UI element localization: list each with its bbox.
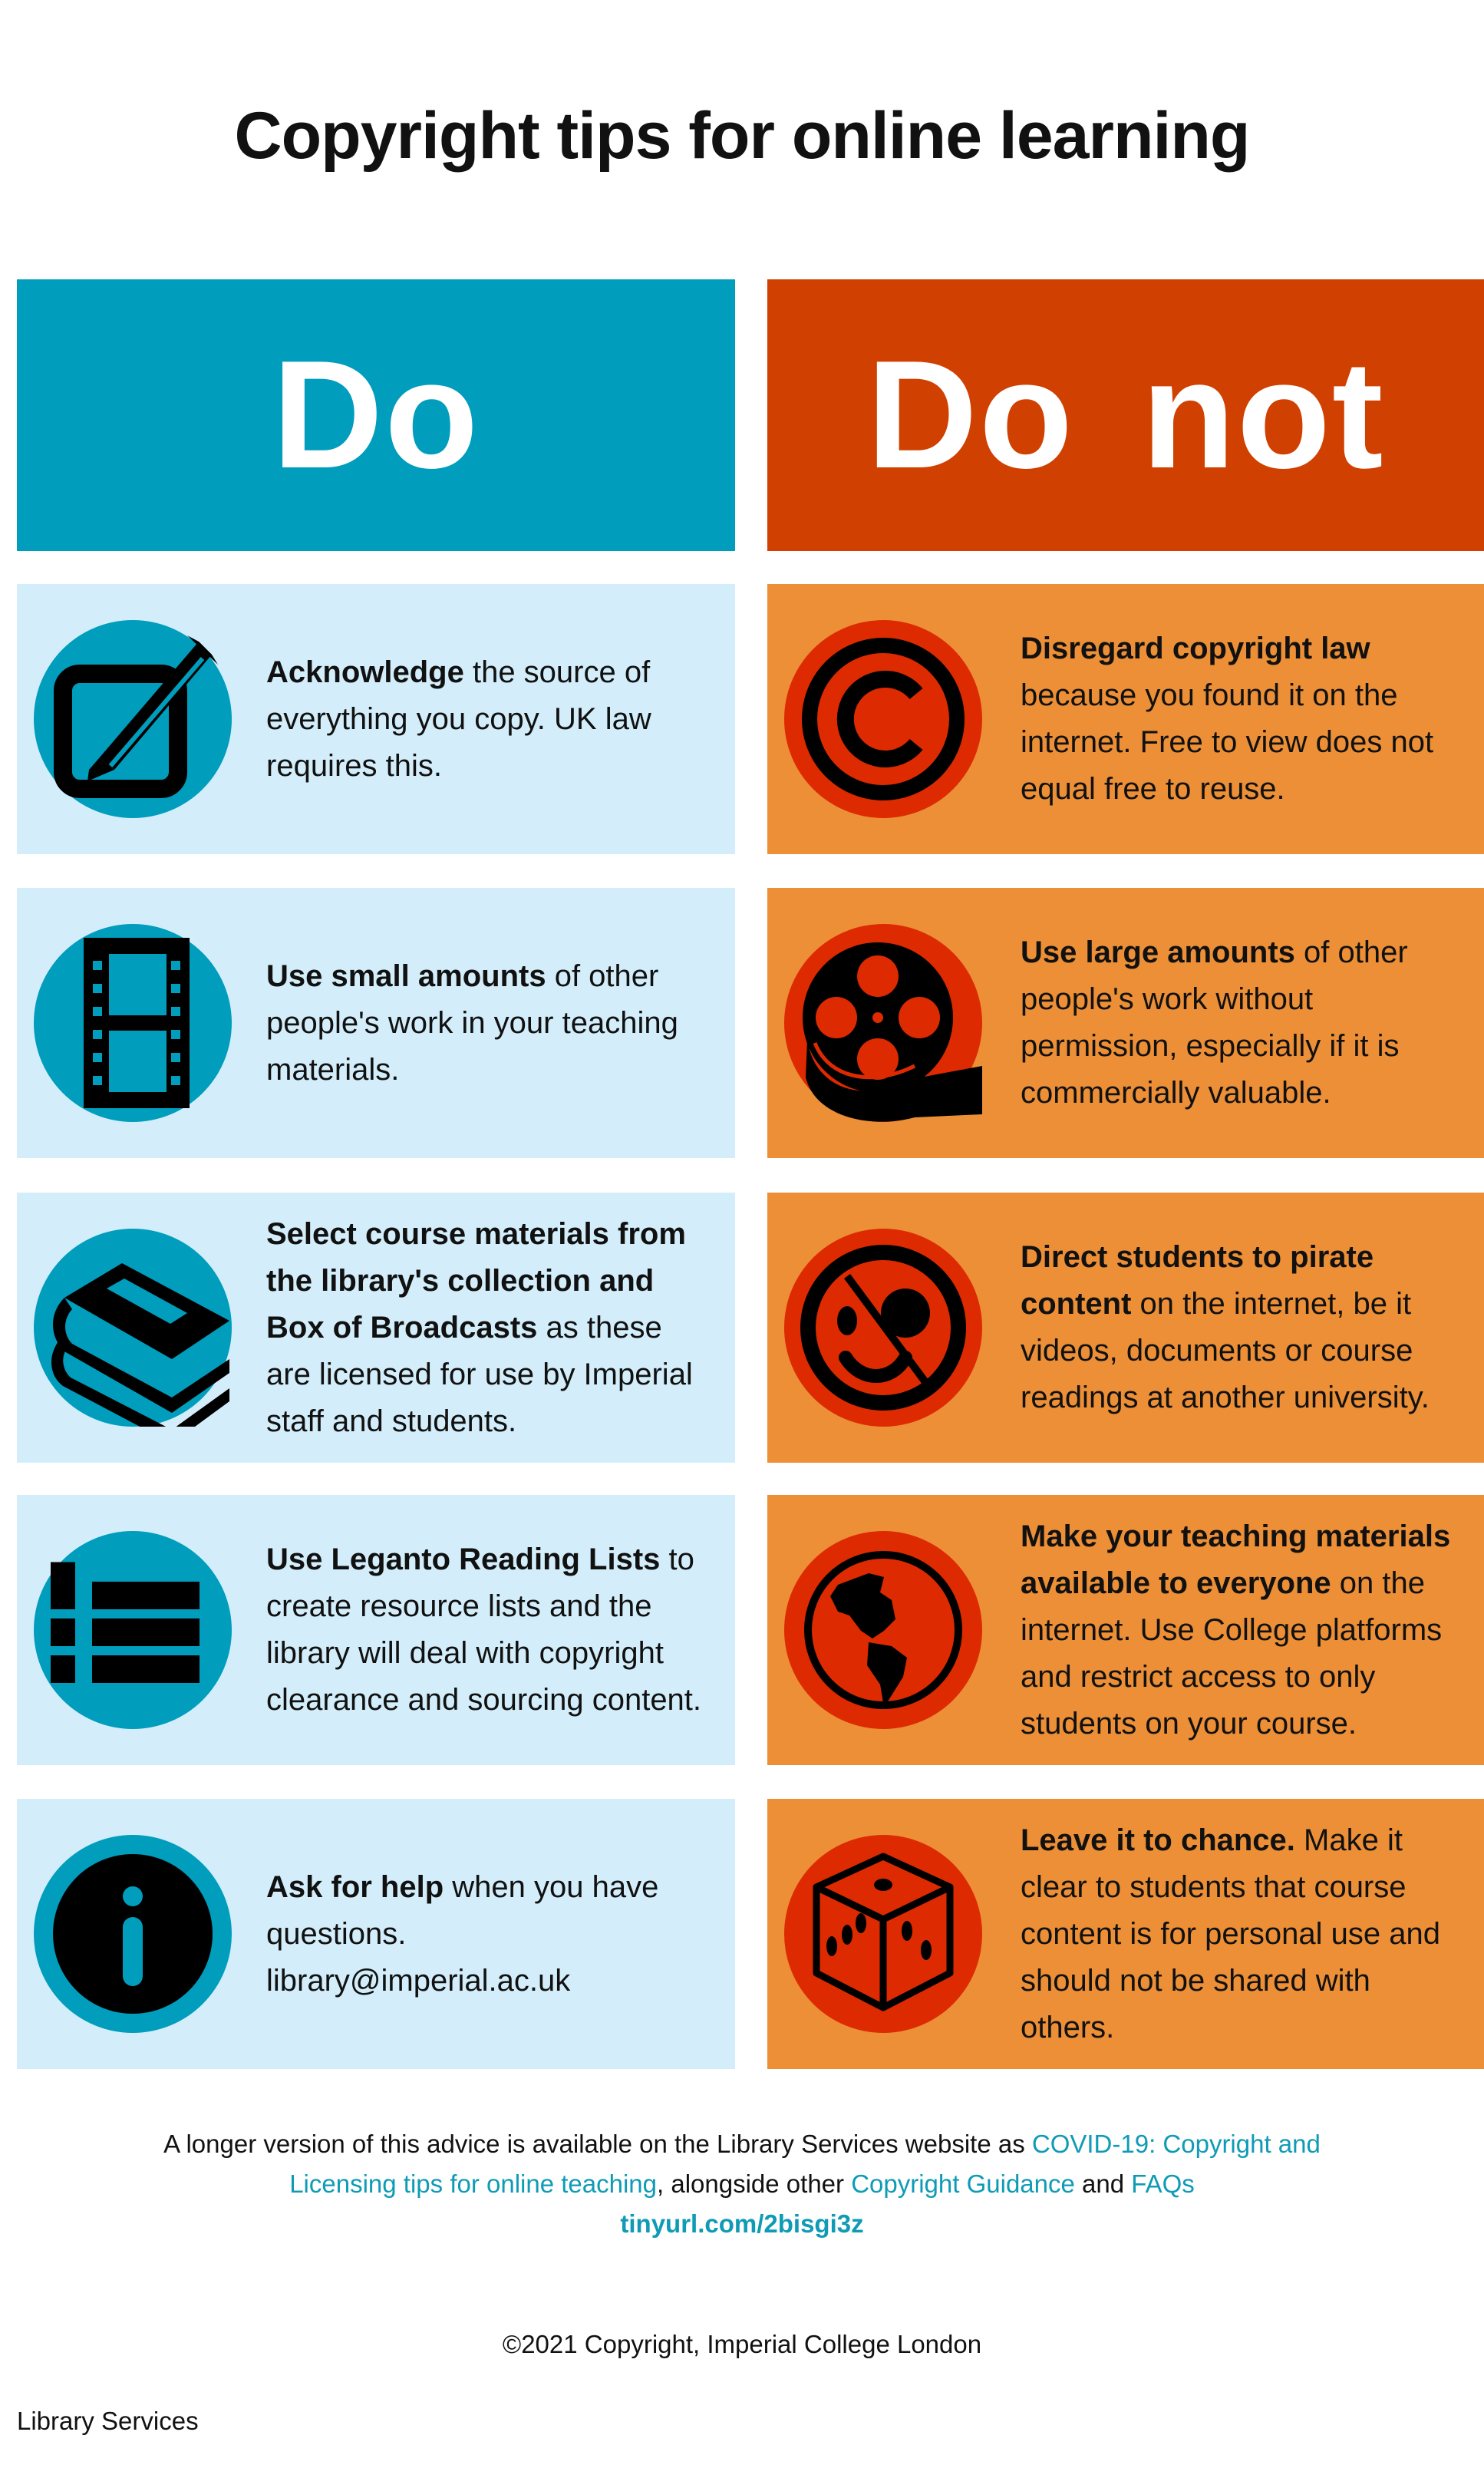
- tip-text: Use Leganto Reading Lists to create reso…: [266, 1543, 702, 1717]
- dice-icon: [784, 1835, 982, 2033]
- pirate-face-icon: [784, 1229, 982, 1427]
- dont-card-large-amounts: Use large amounts of other people's work…: [767, 888, 1484, 1158]
- dont-card-available-everyone: Make your teaching materials available t…: [767, 1495, 1484, 1765]
- info-icon: [34, 1835, 232, 2033]
- tip-text: Make your teaching materials available t…: [1021, 1519, 1451, 1741]
- tip-text: Use large amounts of other people's work…: [1021, 935, 1408, 1110]
- copyright-notice: ©2021 Copyright, Imperial College London: [502, 2330, 982, 2358]
- help-email-link[interactable]: library@imperial.ac.uk: [266, 1964, 570, 1998]
- organization-label: Library Services: [17, 2407, 199, 2435]
- do-card-ask-help: Ask for help when you have questions. lib…: [17, 1799, 735, 2069]
- do-not-header: Do not: [767, 279, 1484, 551]
- copyright-icon: [784, 620, 982, 818]
- do-card-small-amounts: Use small amounts of other people's work…: [17, 888, 735, 1158]
- short-url-link[interactable]: tinyurl.com/2bisgi3z: [620, 2209, 863, 2238]
- dont-card-chance: Leave it to chance. Make it clear to stu…: [767, 1799, 1484, 2069]
- film-strip-icon: [34, 924, 232, 1122]
- faqs-link[interactable]: FAQs: [1131, 2170, 1195, 2198]
- tip-text: Use small amounts of other people's work…: [266, 959, 678, 1087]
- page-title: Copyright tips for online learning: [234, 99, 1251, 173]
- do-card-leganto: Use Leganto Reading Lists to create reso…: [17, 1495, 735, 1765]
- dont-card-pirate: Direct students to pirate content on the…: [767, 1193, 1484, 1463]
- film-reel-icon: [784, 924, 982, 1122]
- edit-pencil-icon: [34, 620, 232, 818]
- do-card-course-materials: Select course materials from the library…: [17, 1193, 735, 1463]
- list-icon: [34, 1531, 232, 1729]
- tip-text: Acknowledge the source of everything you…: [266, 655, 651, 783]
- tip-text: Direct students to pirate content on the…: [1021, 1240, 1430, 1414]
- tip-text: Disregard copyright law because you foun…: [1021, 632, 1434, 806]
- globe-icon: [784, 1531, 982, 1729]
- footer-advice: A longer version of this advice is avail…: [163, 2130, 1321, 2238]
- dont-card-disregard: Disregard copyright law because you foun…: [767, 584, 1484, 854]
- do-card-acknowledge: Acknowledge the source of everything you…: [17, 584, 735, 854]
- do-header: Do: [17, 279, 735, 551]
- tip-text: Select course materials from the library…: [266, 1216, 693, 1438]
- tip-text: Ask for help when you have questions. lib…: [266, 1869, 659, 1998]
- books-icon: [34, 1229, 232, 1427]
- copyright-guidance-link[interactable]: Copyright Guidance: [851, 2170, 1075, 2198]
- tip-text: Leave it to chance. Make it clear to stu…: [1021, 1823, 1441, 2044]
